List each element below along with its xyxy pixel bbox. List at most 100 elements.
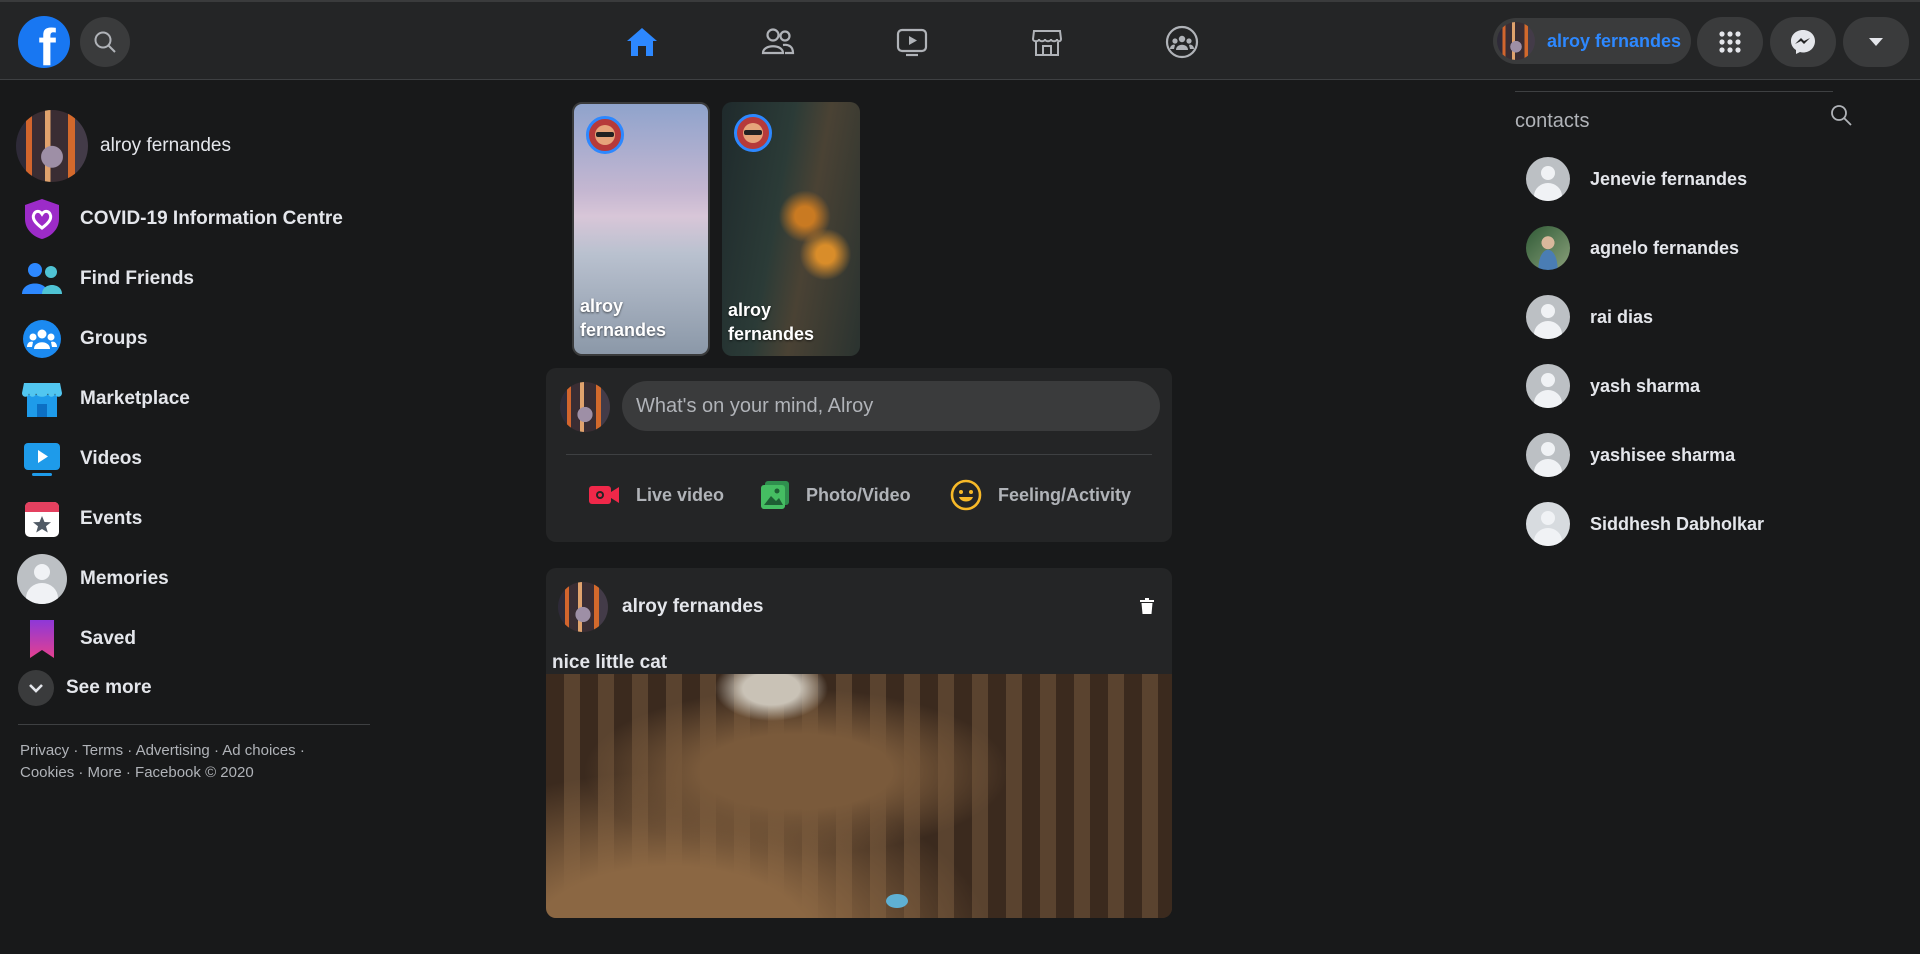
sidebar-divider (18, 724, 370, 725)
feed-post: alroy fernandes nice little cat (546, 568, 1172, 918)
caret-down-icon (1869, 38, 1883, 46)
tab-friends[interactable] (723, 16, 833, 68)
avatar (1526, 157, 1570, 201)
sidebar-item-find-friends[interactable]: Find Friends (16, 253, 194, 305)
see-more-button[interactable]: See more (18, 670, 152, 706)
sidebar-item-label: Memories (80, 568, 169, 589)
contact-name: agnelo fernandes (1590, 237, 1740, 258)
contacts-divider (1515, 91, 1833, 92)
avatar (1526, 433, 1570, 477)
friends-icon (761, 28, 795, 55)
contact-name: rai dias (1590, 306, 1654, 327)
messenger-icon (1791, 30, 1815, 54)
contact-item[interactable]: yashisee sharma (1526, 433, 1735, 477)
avatar (1526, 502, 1570, 546)
sidebar-item-covid[interactable]: COVID-19 Information Centre (16, 193, 343, 245)
sidebar-item-label: Groups (80, 328, 148, 349)
sidebar-item-label: Events (80, 508, 143, 529)
avatar (560, 382, 610, 432)
story-avatar (586, 116, 624, 154)
composer-input[interactable]: What's on your mind, Alroy (622, 381, 1160, 431)
contact-item[interactable]: rai dias (1526, 295, 1653, 339)
contact-item[interactable]: yash sharma (1526, 364, 1700, 408)
story-author: alroy fernandes (580, 296, 667, 340)
search-icon (1831, 105, 1852, 126)
tab-marketplace[interactable] (992, 16, 1102, 68)
sidebar-item-videos[interactable]: Videos (16, 433, 142, 485)
avatar (1497, 22, 1535, 60)
marketplace-icon (1031, 30, 1063, 56)
sidebar-item-label: Find Friends (80, 268, 194, 289)
story-avatar (734, 114, 772, 152)
avatar (16, 110, 88, 182)
tab-home[interactable] (587, 16, 697, 68)
facebook-logo[interactable]: f (18, 16, 70, 68)
menu-button[interactable] (1697, 17, 1763, 67)
sidebar-item-label: Saved (80, 628, 136, 649)
saved-icon (16, 613, 68, 665)
post-composer: What's on your mind, Alroy Live video Ph… (546, 368, 1172, 542)
covid-heart-icon (16, 193, 68, 245)
sidebar-item-marketplace[interactable]: Marketplace (16, 373, 190, 425)
search-icon (94, 31, 116, 53)
sidebar-profile-name: alroy fernandes (100, 135, 231, 156)
sidebar-profile[interactable]: alroy fernandes (16, 110, 231, 182)
contact-name: yashisee sharma (1590, 444, 1736, 465)
profile-shortcut[interactable]: alroy fernandes (1493, 18, 1691, 64)
contact-name: Jenevie fernandes (1590, 168, 1748, 189)
avatar (1526, 226, 1570, 270)
groups-icon (1165, 25, 1199, 59)
contacts-title: contacts (1515, 110, 1590, 132)
tab-groups[interactable] (1127, 16, 1237, 68)
sidebar-item-groups[interactable]: Groups (16, 313, 148, 365)
videos-icon (16, 433, 68, 485)
avatar (1526, 364, 1570, 408)
sidebar-item-label: COVID-19 Information Centre (80, 208, 343, 229)
story-card[interactable]: alroy fernandes (572, 102, 710, 356)
contact-item[interactable]: agnelo fernandes (1526, 226, 1739, 270)
chevron-down-icon (18, 670, 54, 706)
watch-video-icon (896, 28, 928, 57)
photo-video-button[interactable]: Photo/Video (760, 468, 911, 522)
sidebar-item-label: Videos (80, 448, 142, 469)
avatar[interactable] (558, 582, 608, 632)
sidebar-item-memories[interactable]: Memories (16, 553, 169, 605)
post-image[interactable] (546, 674, 1172, 918)
grid-menu-icon (1719, 31, 1741, 53)
contact-item[interactable]: Siddhesh Dabholkar (1526, 502, 1764, 546)
top-navigation-bar: f alroy fernandes (0, 0, 1920, 80)
sidebar-item-events[interactable]: Events (16, 493, 142, 545)
feeling-activity-button[interactable]: Feeling/Activity (950, 468, 1131, 522)
footer-line[interactable]: Privacy · Terms · Advertising · Ad choic… (20, 740, 360, 762)
live-video-button[interactable]: Live video (588, 468, 724, 522)
search-button[interactable] (80, 17, 130, 67)
footer-line[interactable]: Cookies · More · Facebook © 2020 (20, 762, 360, 784)
contacts-search-button[interactable] (1830, 104, 1852, 131)
story-author: alroy fernandes (728, 300, 815, 344)
sidebar-item-label: Marketplace (80, 388, 190, 409)
story-card[interactable]: alroy fernandes (722, 102, 860, 356)
avatar (1526, 295, 1570, 339)
post-text: nice little cat (552, 652, 668, 673)
sidebar-item-saved[interactable]: Saved (16, 613, 136, 665)
contact-name: yash sharma (1590, 375, 1701, 396)
composer-divider (566, 454, 1152, 455)
tab-watch[interactable] (857, 16, 967, 68)
messenger-button[interactable] (1770, 17, 1836, 67)
contact-name: Siddhesh Dabholkar (1590, 513, 1765, 534)
contact-item[interactable]: Jenevie fernandes (1526, 157, 1747, 201)
smiley-icon (950, 479, 982, 511)
events-icon (16, 493, 68, 545)
home-icon (627, 28, 657, 56)
friends-icon (16, 253, 68, 305)
post-author[interactable]: alroy fernandes (622, 596, 764, 618)
groups-icon (16, 313, 68, 365)
trash-icon (1140, 598, 1154, 614)
logo-letter: f (38, 19, 56, 68)
see-more-label: See more (66, 677, 152, 698)
footer-links: Privacy · Terms · Advertising · Ad choic… (20, 740, 360, 784)
delete-post-button[interactable] (1140, 598, 1154, 619)
account-dropdown-button[interactable] (1843, 17, 1909, 67)
feeling-activity-label: Feeling/Activity (998, 484, 1132, 505)
live-video-icon (588, 483, 620, 507)
